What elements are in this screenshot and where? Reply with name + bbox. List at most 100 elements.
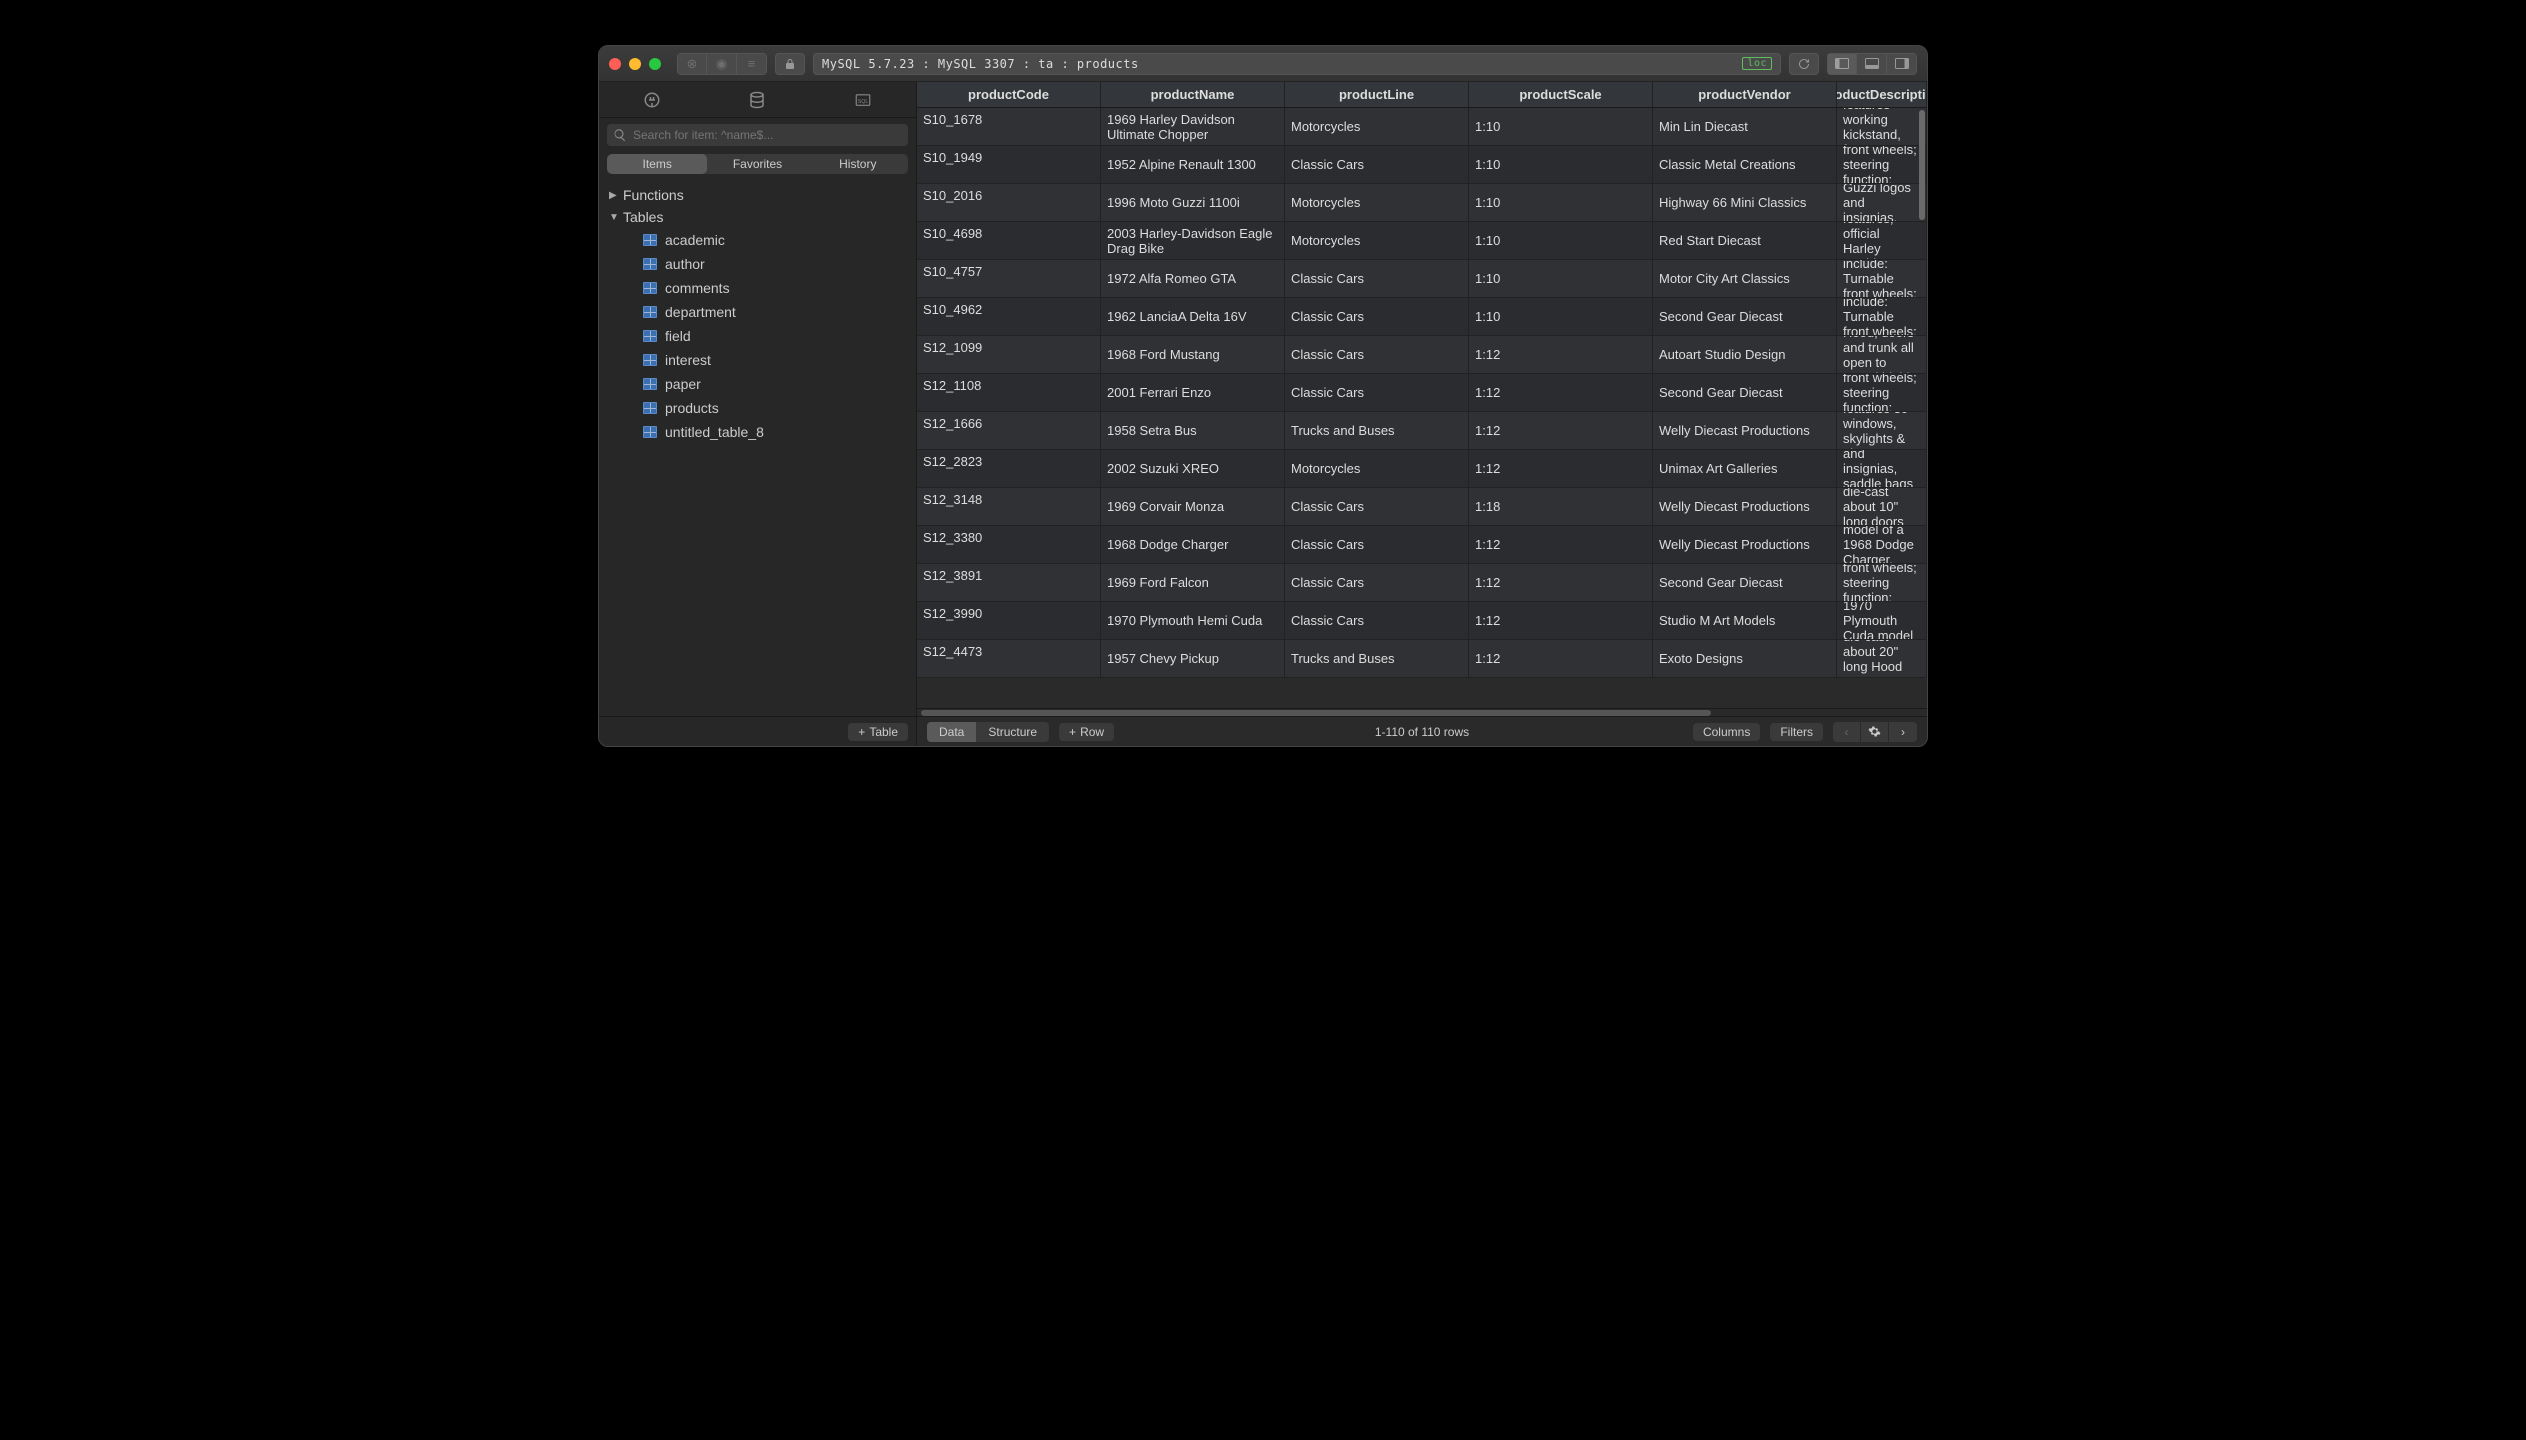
preview-button[interactable]: ◉ bbox=[707, 53, 737, 75]
layout-bottom-button[interactable] bbox=[1857, 53, 1887, 75]
cell[interactable]: Welly Diecast Productions bbox=[1653, 526, 1837, 563]
cell[interactable]: Exoto Designs bbox=[1653, 640, 1837, 677]
table-row[interactable]: S10_16781969 Harley Davidson Ultimate Ch… bbox=[917, 108, 1927, 146]
tree-tables[interactable]: ▼ Tables bbox=[599, 206, 916, 228]
minimize-window-button[interactable] bbox=[629, 58, 641, 70]
filters-button[interactable]: Filters bbox=[1770, 723, 1823, 741]
sidebar-table-item[interactable]: untitled_table_8 bbox=[599, 420, 916, 444]
zoom-window-button[interactable] bbox=[649, 58, 661, 70]
cell[interactable]: S10_1949 bbox=[917, 146, 1101, 183]
table-row[interactable]: S12_16661958 Setra BusTrucks and Buses1:… bbox=[917, 412, 1927, 450]
filter-history[interactable]: History bbox=[808, 154, 908, 174]
close-window-button[interactable] bbox=[609, 58, 621, 70]
cell[interactable]: S12_4473 bbox=[917, 640, 1101, 677]
prev-page-button[interactable]: ‹ bbox=[1833, 722, 1861, 742]
cell[interactable]: 1:18 bbox=[1469, 488, 1653, 525]
cell[interactable]: Hood, doors and trunk all open to reveal… bbox=[1837, 336, 1927, 373]
cell[interactable]: S12_3990 bbox=[917, 602, 1101, 639]
cell[interactable]: Motorcycles bbox=[1285, 450, 1469, 487]
connection-path[interactable]: MySQL 5.7.23 : MySQL 3307 : ta : product… bbox=[813, 53, 1781, 75]
layout-right-button[interactable] bbox=[1887, 53, 1917, 75]
cell[interactable]: S12_2823 bbox=[917, 450, 1101, 487]
horizontal-scrollbar[interactable] bbox=[917, 708, 1927, 716]
cell[interactable]: 1969 Corvair Monza bbox=[1101, 488, 1285, 525]
columns-button[interactable]: Columns bbox=[1693, 723, 1760, 741]
cell[interactable]: Red Start Diecast bbox=[1653, 222, 1837, 259]
cell[interactable]: Classic Cars bbox=[1285, 260, 1469, 297]
cell[interactable]: S12_1099 bbox=[917, 336, 1101, 373]
cell[interactable]: S12_3891 bbox=[917, 564, 1101, 601]
table-row[interactable]: S10_47571972 Alfa Romeo GTAClassic Cars1… bbox=[917, 260, 1927, 298]
add-row-button[interactable]: + Row bbox=[1059, 723, 1114, 741]
cell[interactable]: 1972 Alfa Romeo GTA bbox=[1101, 260, 1285, 297]
cell[interactable]: 1:12 bbox=[1469, 412, 1653, 449]
table-row[interactable]: S10_46982003 Harley-Davidson Eagle Drag … bbox=[917, 222, 1927, 260]
cell[interactable]: 1:12 scale model of a 1968 Dodge Charger… bbox=[1837, 526, 1927, 563]
cell[interactable]: Classic Cars bbox=[1285, 146, 1469, 183]
cell[interactable]: Classic Cars bbox=[1285, 298, 1469, 335]
page-settings-button[interactable] bbox=[1861, 722, 1889, 742]
cell[interactable]: Welly Diecast Productions bbox=[1653, 488, 1837, 525]
column-header[interactable]: productLine bbox=[1285, 82, 1469, 107]
cell[interactable]: Model features 30 windows, skylights & g… bbox=[1837, 412, 1927, 449]
view-structure-button[interactable]: Structure bbox=[976, 722, 1049, 742]
database-tab[interactable] bbox=[747, 90, 767, 110]
scrollbar-thumb[interactable] bbox=[1919, 110, 1925, 220]
sidebar-table-item[interactable]: department bbox=[599, 300, 916, 324]
cell[interactable]: 1969 Harley Davidson Ultimate Chopper bbox=[1101, 108, 1285, 145]
table-row[interactable]: S10_49621962 LanciaA Delta 16VClassic Ca… bbox=[917, 298, 1927, 336]
cell[interactable]: 1:10 bbox=[1469, 184, 1653, 221]
stop-button[interactable]: ⊗ bbox=[677, 53, 707, 75]
cell[interactable]: Motorcycles bbox=[1285, 222, 1469, 259]
tree-functions[interactable]: ▶ Functions bbox=[599, 184, 916, 206]
cell[interactable]: Second Gear Diecast bbox=[1653, 374, 1837, 411]
refresh-button[interactable] bbox=[1789, 53, 1819, 75]
cell[interactable]: 2002 Suzuki XREO bbox=[1101, 450, 1285, 487]
cell[interactable]: 1:10 bbox=[1469, 146, 1653, 183]
table-row[interactable]: S10_20161996 Moto Guzzi 1100iMotorcycles… bbox=[917, 184, 1927, 222]
sidebar-table-item[interactable]: academic bbox=[599, 228, 916, 252]
cell[interactable]: 1:10 bbox=[1469, 222, 1653, 259]
cell[interactable]: S12_1108 bbox=[917, 374, 1101, 411]
cell[interactable]: 1958 Setra Bus bbox=[1101, 412, 1285, 449]
cell[interactable]: S10_1678 bbox=[917, 108, 1101, 145]
cell[interactable]: S10_4698 bbox=[917, 222, 1101, 259]
cell[interactable]: Autoart Studio Design bbox=[1653, 336, 1837, 373]
connection-tab[interactable] bbox=[642, 90, 662, 110]
sidebar-table-item[interactable]: comments bbox=[599, 276, 916, 300]
column-header[interactable]: productScale bbox=[1469, 82, 1653, 107]
cell[interactable]: 1:12 bbox=[1469, 336, 1653, 373]
cell[interactable]: S12_3380 bbox=[917, 526, 1101, 563]
table-row[interactable]: S10_19491952 Alpine Renault 1300Classic … bbox=[917, 146, 1927, 184]
column-header[interactable]: productName bbox=[1101, 82, 1285, 107]
cell[interactable]: Classic Metal Creations bbox=[1653, 146, 1837, 183]
filter-favorites[interactable]: Favorites bbox=[707, 154, 807, 174]
table-row[interactable]: S12_38911969 Ford FalconClassic Cars1:12… bbox=[917, 564, 1927, 602]
cell[interactable]: 1:12 bbox=[1469, 640, 1653, 677]
sidebar-table-item[interactable]: field bbox=[599, 324, 916, 348]
next-page-button[interactable]: › bbox=[1889, 722, 1917, 742]
cell[interactable]: 1970 Plymouth Hemi Cuda bbox=[1101, 602, 1285, 639]
sidebar-table-item[interactable]: paper bbox=[599, 372, 916, 396]
column-header[interactable]: productDescription bbox=[1837, 82, 1927, 107]
cell[interactable]: Highway 66 Mini Classics bbox=[1653, 184, 1837, 221]
cell[interactable]: Model features, official Harley Davidson… bbox=[1837, 222, 1927, 259]
cell[interactable]: 1:12 bbox=[1469, 602, 1653, 639]
cell[interactable]: Classic Cars bbox=[1285, 488, 1469, 525]
table-row[interactable]: S12_28232002 Suzuki XREOMotorcycles1:12U… bbox=[917, 450, 1927, 488]
cell[interactable]: Very detailed 1970 Plymouth Cuda model i… bbox=[1837, 602, 1927, 639]
cell[interactable]: This replica features working kickstand,… bbox=[1837, 108, 1927, 145]
cell[interactable]: 1968 Ford Mustang bbox=[1101, 336, 1285, 373]
cell[interactable]: Studio M Art Models bbox=[1653, 602, 1837, 639]
view-data-button[interactable]: Data bbox=[927, 722, 976, 742]
cell[interactable]: Classic Cars bbox=[1285, 526, 1469, 563]
table-row[interactable]: S12_31481969 Corvair MonzaClassic Cars1:… bbox=[917, 488, 1927, 526]
cell[interactable]: 2003 Harley-Davidson Eagle Drag Bike bbox=[1101, 222, 1285, 259]
cell[interactable]: 1:10 bbox=[1469, 260, 1653, 297]
cell[interactable]: 1:12 scale die-cast about 20" long Hood … bbox=[1837, 640, 1927, 677]
vertical-scrollbar[interactable] bbox=[1917, 108, 1927, 708]
search-input[interactable] bbox=[607, 124, 908, 146]
cell[interactable]: S12_3148 bbox=[917, 488, 1101, 525]
table-row[interactable]: S12_44731957 Chevy PickupTrucks and Buse… bbox=[917, 640, 1927, 678]
cell[interactable]: 2001 Ferrari Enzo bbox=[1101, 374, 1285, 411]
